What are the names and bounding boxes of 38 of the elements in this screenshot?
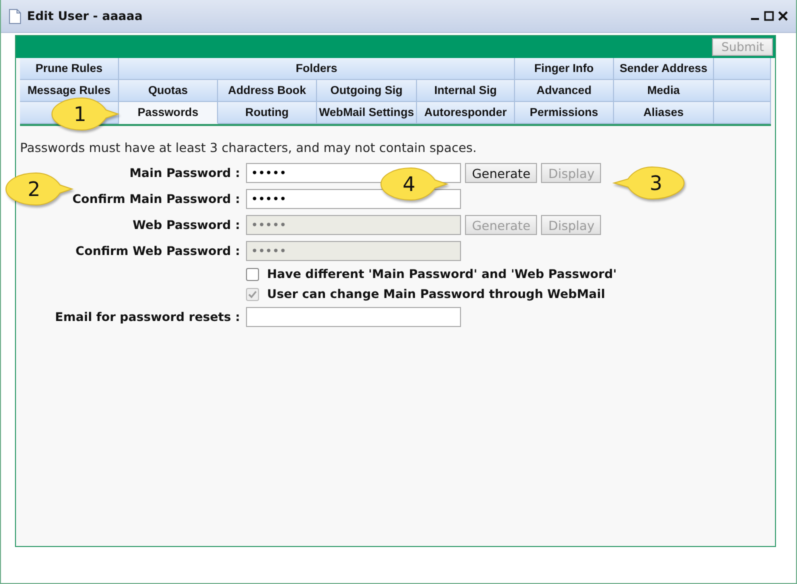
tab[interactable]: Sender Address — [614, 58, 714, 80]
callout-drawing — [50, 96, 120, 132]
field-label: Email for password resets : — [54, 310, 240, 324]
callout-number: 3 — [648, 171, 664, 195]
action-button[interactable]: Generate — [465, 163, 538, 183]
checkbox[interactable] — [246, 268, 259, 280]
tab[interactable]: Outgoing Sig — [317, 80, 417, 102]
input-field[interactable] — [246, 307, 461, 327]
tab[interactable]: Permissions — [515, 102, 614, 124]
tab[interactable]: Quotas — [119, 80, 218, 102]
tab[interactable]: Message Rules — [20, 80, 119, 102]
checkbox-label: Have different 'Main Password' and 'Web Password' — [267, 267, 617, 281]
tab[interactable]: Routing — [218, 102, 317, 124]
tab[interactable]: Internal Sig — [417, 80, 515, 102]
tab[interactable]: Passwords — [119, 102, 218, 124]
maximize-icon[interactable] — [764, 11, 774, 21]
field-label: Confirm Main Password : — [71, 192, 240, 206]
hint-text: Passwords must have at least 3 characters, and may not contain spaces. — [20, 140, 478, 155]
tab[interactable]: Address Book — [218, 80, 317, 102]
tab[interactable]: WebMail Settings — [317, 102, 417, 124]
tab[interactable]: Finger Info — [515, 58, 614, 80]
tab[interactable]: Prune Rules — [20, 58, 119, 80]
tab[interactable]: Media — [614, 80, 714, 102]
tab[interactable]: Autoresponder — [417, 102, 515, 124]
field-label: Web Password : — [132, 218, 240, 232]
close-icon[interactable] — [778, 11, 788, 21]
tab[interactable]: Aliases — [614, 102, 714, 124]
document-icon — [9, 8, 21, 24]
tab[interactable]: Advanced — [515, 80, 614, 102]
window-title: Edit User - aaaaa — [27, 9, 144, 23]
callout-number: 1 — [72, 102, 88, 126]
field-label: Confirm Web Password : — [74, 244, 240, 258]
callout-number: 2 — [26, 177, 42, 201]
tab[interactable]: Folders — [119, 58, 515, 80]
callout-drawing — [4, 171, 74, 207]
callout-drawing — [379, 166, 449, 202]
checkbox-label: User can change Main Password through WebMail — [267, 287, 606, 301]
field-label: Main Password : — [128, 166, 240, 180]
